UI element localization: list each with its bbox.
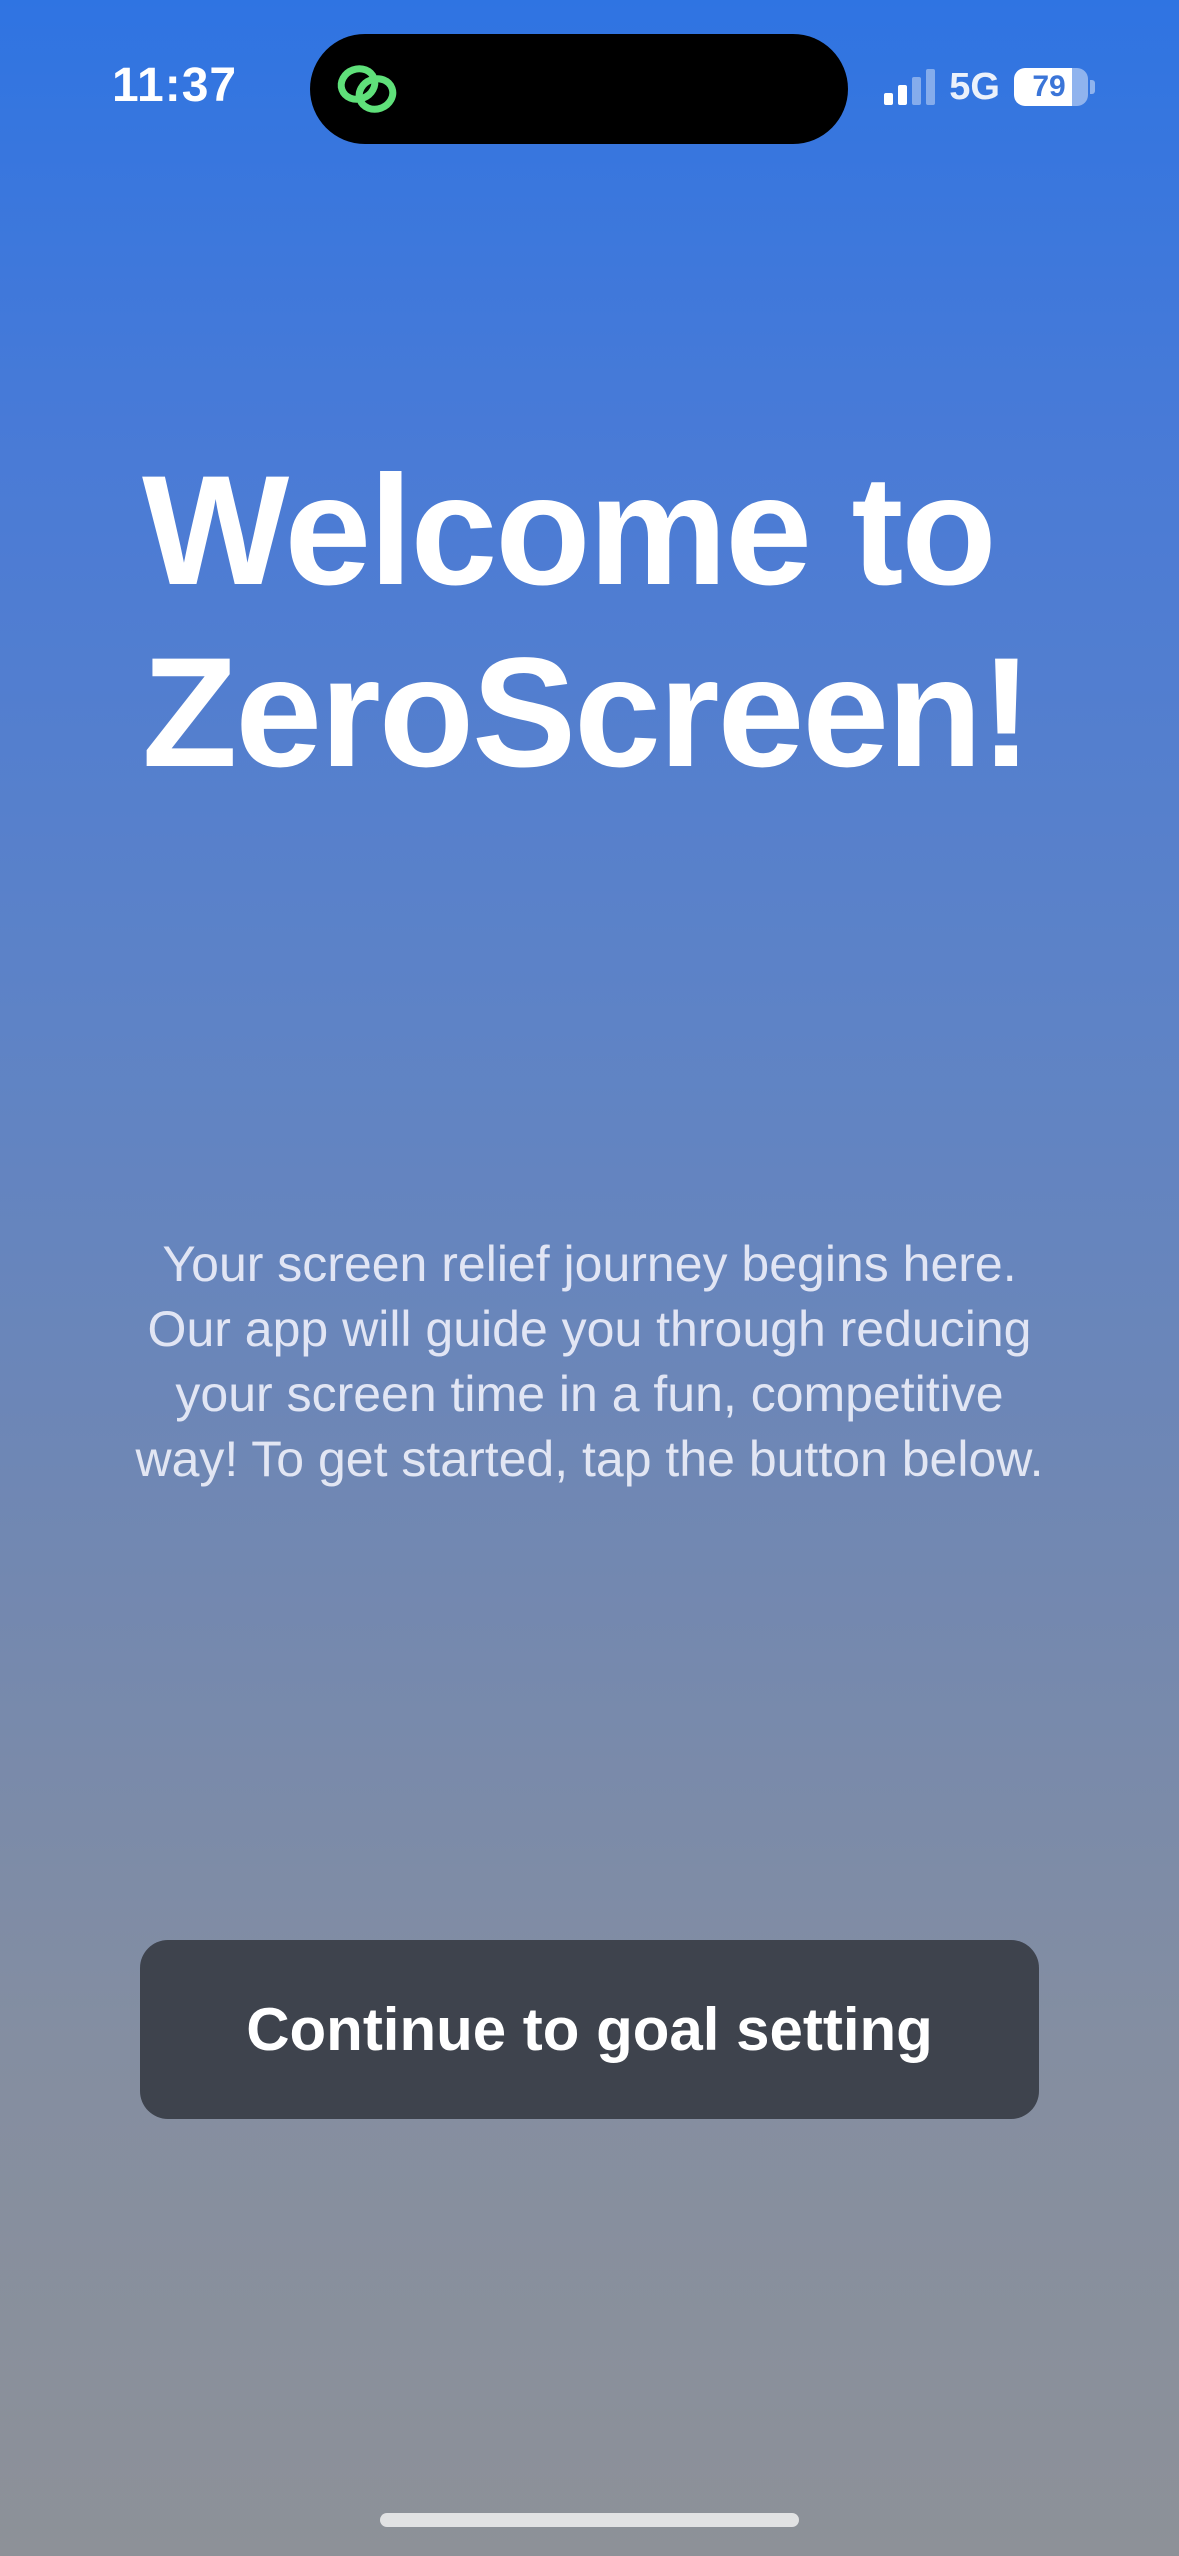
continue-to-goal-setting-button[interactable]: Continue to goal setting <box>140 1940 1039 2119</box>
signal-bar <box>926 69 936 105</box>
dynamic-island[interactable] <box>310 34 848 144</box>
status-indicators: 5G 79 <box>884 62 1095 112</box>
network-type: 5G <box>949 65 1000 108</box>
status-time: 11:37 <box>112 59 238 112</box>
signal-bar <box>912 77 922 105</box>
status-bar: 11:37 5G 79 <box>0 0 1179 170</box>
welcome-description: Your screen relief journey begins here. … <box>135 1236 1044 1487</box>
home-indicator[interactable] <box>380 2513 799 2527</box>
link-rings-icon <box>337 65 397 113</box>
welcome-title: Welcome to ZeroScreen! <box>142 440 1062 804</box>
battery-nub <box>1090 80 1095 94</box>
welcome-title-line-2: ZeroScreen! <box>142 626 1032 800</box>
battery-icon: 79 <box>1014 68 1088 106</box>
welcome-title-line-1: Welcome to <box>142 444 997 618</box>
battery-level: 79 <box>1032 70 1066 103</box>
signal-bar <box>898 85 908 105</box>
signal-bar <box>884 93 894 105</box>
cellular-signal-icon <box>884 69 936 105</box>
